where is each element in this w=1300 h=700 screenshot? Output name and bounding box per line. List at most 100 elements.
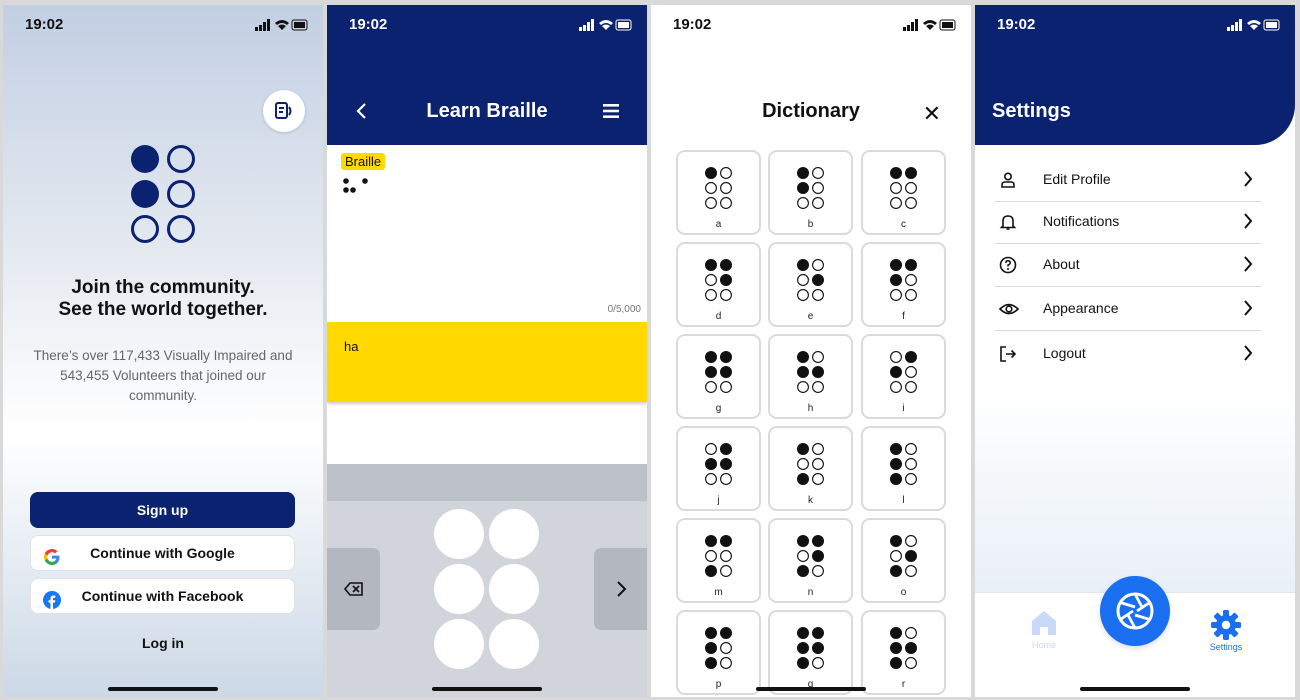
raised-dot [890,565,902,577]
status-icons [903,18,957,36]
braille-letter-card-m[interactable]: m [676,518,761,603]
braille-dot-6-key[interactable] [489,619,539,669]
braille-chip[interactable]: Braille [341,153,386,170]
tab-home[interactable]: Home [1024,608,1064,650]
flat-dot [812,197,824,209]
braille-letter-card-q[interactable]: q [768,610,853,695]
braille-letter-card-n[interactable]: n [768,518,853,603]
braille-input-preview [343,177,373,200]
close-button[interactable]: ✕ [923,101,941,127]
status-time: 19:02 [25,16,64,33]
raised-dot [797,535,809,547]
raised-dot [812,642,824,654]
braille-letter-card-k[interactable]: k [768,426,853,511]
braille-letter-card-p[interactable]: p [676,610,761,695]
braille-letter-card-c[interactable]: c [861,150,946,235]
status-time: 19:02 [349,16,388,33]
translation-output: ha [327,322,647,402]
letter-label: o [900,587,907,598]
facebook-button-label: Continue with Facebook [81,588,244,604]
flat-dot [890,182,902,194]
braille-letter-card-e[interactable]: e [768,242,853,327]
menu-button[interactable] [603,103,619,124]
flat-dot [905,627,917,639]
flat-dot [905,657,917,669]
braille-cell-icon [797,167,824,209]
flat-dot [812,458,824,470]
logout-icon [999,345,1017,368]
delete-key[interactable] [327,548,380,630]
braille-dot-2-key[interactable] [434,564,484,614]
flat-dot [812,351,824,363]
flat-dot [705,381,717,393]
settings-item-appearance[interactable]: Appearance [995,287,1261,331]
braille-letter-card-i[interactable]: i [861,334,946,419]
braille-cell-icon [890,627,917,669]
braille-dot-1-key[interactable] [434,509,484,559]
braille-letter-card-g[interactable]: g [676,334,761,419]
braille-letter-card-r[interactable]: r [861,610,946,695]
braille-dot-5-key[interactable] [489,564,539,614]
raised-dot [705,259,717,271]
settings-item-edit-profile[interactable]: Edit Profile [995,158,1261,202]
facebook-button[interactable]: Continue with Facebook [30,578,295,614]
braille-letter-card-d[interactable]: d [676,242,761,327]
bell-icon [999,213,1017,236]
aperture-icon [1116,592,1154,630]
braille-cell-icon [797,351,824,393]
raised-dot [797,351,809,363]
raised-dot [905,642,917,654]
braille-dot-3-key[interactable] [434,619,484,669]
help-circle-icon [999,256,1017,279]
page-title: Settings [992,100,1071,122]
raised-dot [890,535,902,547]
braille-letter-card-h[interactable]: h [768,334,853,419]
chevron-right-icon [1243,170,1253,193]
flat-dot [905,182,917,194]
flat-dot [905,443,917,455]
settings-item-about[interactable]: About [995,243,1261,287]
settings-item-notifications[interactable]: Notifications [995,200,1261,244]
braille-letter-card-b[interactable]: b [768,150,853,235]
chevron-right-icon [1243,212,1253,235]
login-link[interactable]: Log in [3,635,323,651]
braille-letter-card-o[interactable]: o [861,518,946,603]
headline-line2: See the world together. [58,299,268,320]
tab-settings[interactable]: Settings [1201,608,1251,652]
raised-dot [890,274,902,286]
braille-dot-4-key[interactable] [489,509,539,559]
raised-dot [797,366,809,378]
raised-dot [905,167,917,179]
flat-dot [905,366,917,378]
flat-dot [720,289,732,301]
raised-dot [720,458,732,470]
letter-label: r [901,679,906,690]
braille-cell-icon [705,351,732,393]
braille-cell-icon [890,167,917,209]
braille-letter-card-j[interactable]: j [676,426,761,511]
google-button[interactable]: Continue with Google [30,535,295,571]
flat-dot [797,550,809,562]
accessibility-mode-button[interactable] [263,90,305,132]
flat-dot [720,197,732,209]
raised-dot [890,473,902,485]
settings-item-logout[interactable]: Logout [995,332,1261,376]
learn-braille-screen: Learn Braille 19:02 Braille 0/5,000 ha [327,5,647,697]
camera-button[interactable] [1100,576,1170,646]
braille-letter-card-l[interactable]: l [861,426,946,511]
raised-dot [890,167,902,179]
letter-label: n [807,587,814,598]
settings-item-label: Notifications [1043,213,1120,229]
raised-dot [890,458,902,470]
signup-button[interactable]: Sign up [30,492,295,528]
raised-dot [905,259,917,271]
document-sound-icon [275,102,292,119]
eye-icon [998,300,1020,323]
next-key[interactable] [594,548,647,630]
headline: Join the community. See the world togeth… [3,277,323,321]
flat-dot [890,381,902,393]
braille-cell-icon [890,535,917,577]
braille-letter-card-f[interactable]: f [861,242,946,327]
braille-letter-card-a[interactable]: a [676,150,761,235]
flat-dot [905,381,917,393]
